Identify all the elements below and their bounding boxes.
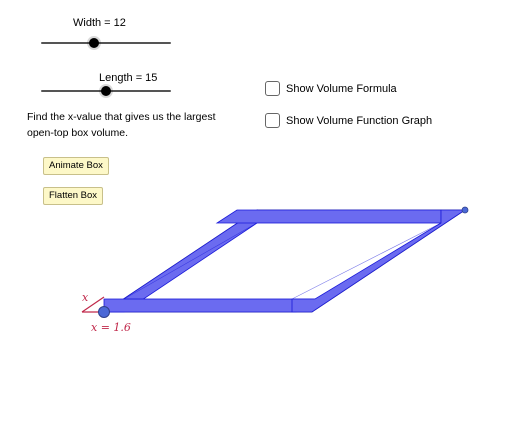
flap-left: [102, 209, 258, 313]
corner-drag-point[interactable]: [461, 206, 469, 214]
flap-top: [215, 209, 442, 224]
box-flaps: [102, 209, 467, 313]
flap-right: [291, 209, 467, 313]
outer-sheet-outline: [102, 209, 467, 313]
x-drag-point[interactable]: [98, 306, 110, 318]
box-base-outline: [122, 222, 442, 300]
x-label: x: [82, 291, 89, 304]
box-net-graphic: x x = 1.6: [81, 206, 469, 334]
x-value-label: x = 1.6: [91, 321, 131, 334]
flap-bottom: [103, 298, 317, 313]
app-canvas: Width = 12 Length = 15 Find the x-value …: [0, 0, 512, 442]
